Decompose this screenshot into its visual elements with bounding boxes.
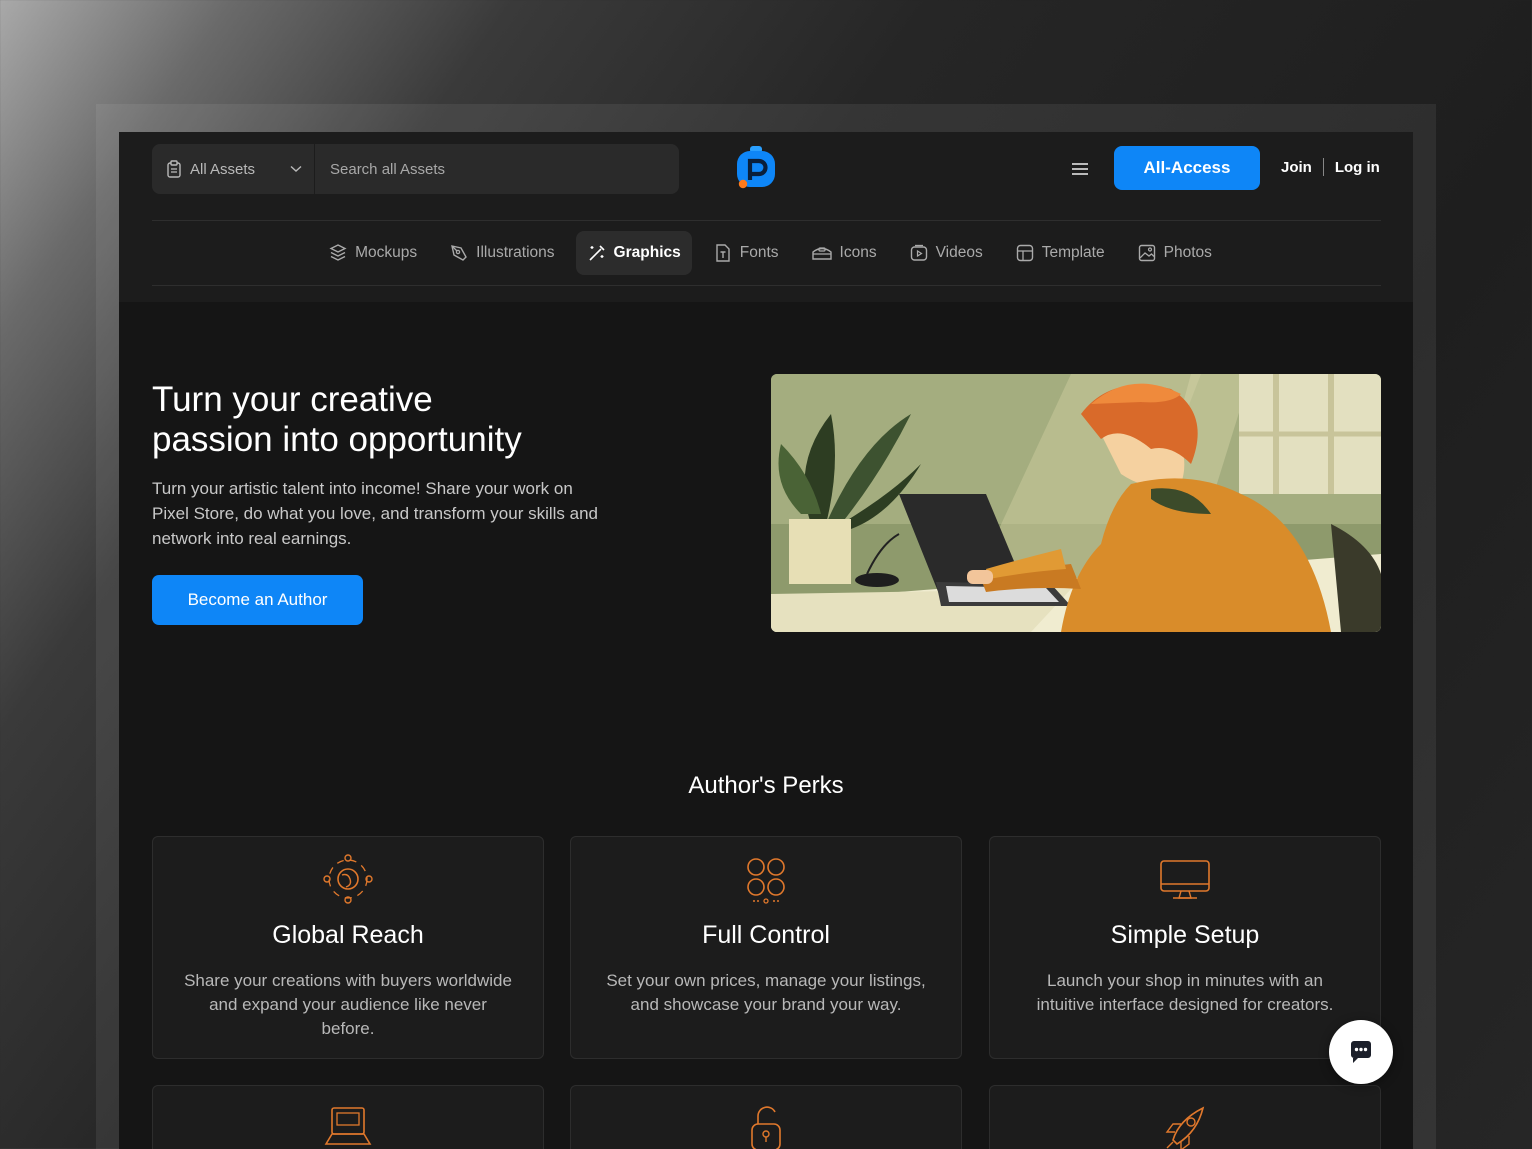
auth-links: Join Log in: [1281, 158, 1380, 176]
category-label: Fonts: [739, 244, 779, 261]
search-bar: All Assets: [152, 144, 679, 194]
perk-card-global-reach: Global Reach Share your creations with b…: [152, 836, 544, 1059]
category-mockups[interactable]: Mockups: [317, 231, 428, 275]
login-link[interactable]: Log in: [1335, 159, 1380, 176]
unlock-icon: [751, 1106, 781, 1149]
hero-illustration: [771, 374, 1381, 632]
monitor-icon: [1160, 860, 1210, 899]
hero-title-line1: Turn your creative: [152, 380, 433, 419]
hero-title-line2: passion into opportunity: [152, 420, 522, 459]
creator-at-laptop-illustration: [771, 374, 1381, 632]
perk-title: Simple Setup: [1110, 921, 1260, 949]
category-graphics[interactable]: Graphics: [575, 231, 692, 275]
category-label: Illustrations: [476, 244, 555, 261]
chat-bubble-icon: [1351, 1041, 1371, 1063]
category-template[interactable]: Template: [1004, 231, 1116, 275]
illustrations-icon: [451, 245, 468, 261]
fonts-icon: [716, 244, 730, 262]
category-icons[interactable]: Icons: [800, 231, 888, 275]
chat-button[interactable]: [1329, 1020, 1393, 1084]
videos-icon: [910, 244, 927, 261]
chevron-down-icon: [290, 165, 302, 172]
perk-text: Launch your shop in minutes with an intu…: [1036, 971, 1334, 1014]
perk-card: [989, 1085, 1381, 1149]
perk-card: [152, 1085, 544, 1149]
photos-icon: [1138, 244, 1155, 262]
category-label: Graphics: [613, 244, 681, 261]
asset-scope-label: All Assets: [190, 160, 256, 178]
category-label: Photos: [1163, 244, 1212, 261]
category-label: Template: [1041, 244, 1105, 261]
auth-divider: [1322, 158, 1324, 176]
app-window: All Assets All-Access Join Log in Mockup…: [119, 132, 1413, 1149]
category-label: Videos: [935, 244, 983, 261]
perk-card-full-control: Full Control Set your own prices, manage…: [570, 836, 962, 1059]
pixel-store-logo[interactable]: [733, 144, 779, 194]
category-nav: Mockups Illustrations Graphics Fonts Ico…: [119, 230, 1413, 276]
perk-card: [570, 1085, 962, 1149]
asset-scope-dropdown[interactable]: All Assets: [152, 144, 315, 194]
clipboard-icon: [167, 160, 181, 178]
mockups-icon: [329, 244, 347, 261]
perk-title: Full Control: [702, 921, 830, 949]
graphics-icon: [588, 245, 605, 261]
template-icon: [1016, 244, 1033, 262]
hero-description: Turn your artistic talent into income! S…: [152, 479, 598, 548]
globe-network-icon: [323, 854, 373, 904]
join-link[interactable]: Join: [1281, 159, 1312, 176]
perk-title: Global Reach: [272, 921, 424, 949]
become-author-button[interactable]: Become an Author: [152, 575, 363, 625]
nav-divider: [152, 285, 1381, 286]
category-videos[interactable]: Videos: [898, 231, 994, 275]
icons-icon: [811, 247, 832, 260]
control-grid-icon: [747, 858, 785, 904]
site-header: All Assets All-Access Join Log in Mockup…: [119, 132, 1413, 302]
hero-title: Turn your creative passion into opportun…: [152, 380, 712, 460]
header-divider: [152, 220, 1381, 221]
perks-title: Author's Perks: [688, 772, 844, 799]
hamburger-menu-icon[interactable]: [1069, 158, 1091, 180]
perk-text: Set your own prices, manage your listing…: [606, 971, 926, 1014]
category-photos[interactable]: Photos: [1126, 231, 1223, 275]
category-label: Icons: [839, 244, 877, 261]
laptop-icon: [324, 1107, 372, 1145]
search-input[interactable]: [315, 144, 679, 194]
category-label: Mockups: [355, 244, 418, 261]
all-access-button[interactable]: All-Access: [1114, 146, 1260, 190]
perk-text: Share your creations with buyers worldwi…: [184, 971, 512, 1038]
category-fonts[interactable]: Fonts: [702, 231, 790, 275]
rocket-icon: [1165, 1106, 1205, 1149]
category-illustrations[interactable]: Illustrations: [438, 231, 565, 275]
perk-card-simple-setup: Simple Setup Launch your shop in minutes…: [989, 836, 1381, 1059]
